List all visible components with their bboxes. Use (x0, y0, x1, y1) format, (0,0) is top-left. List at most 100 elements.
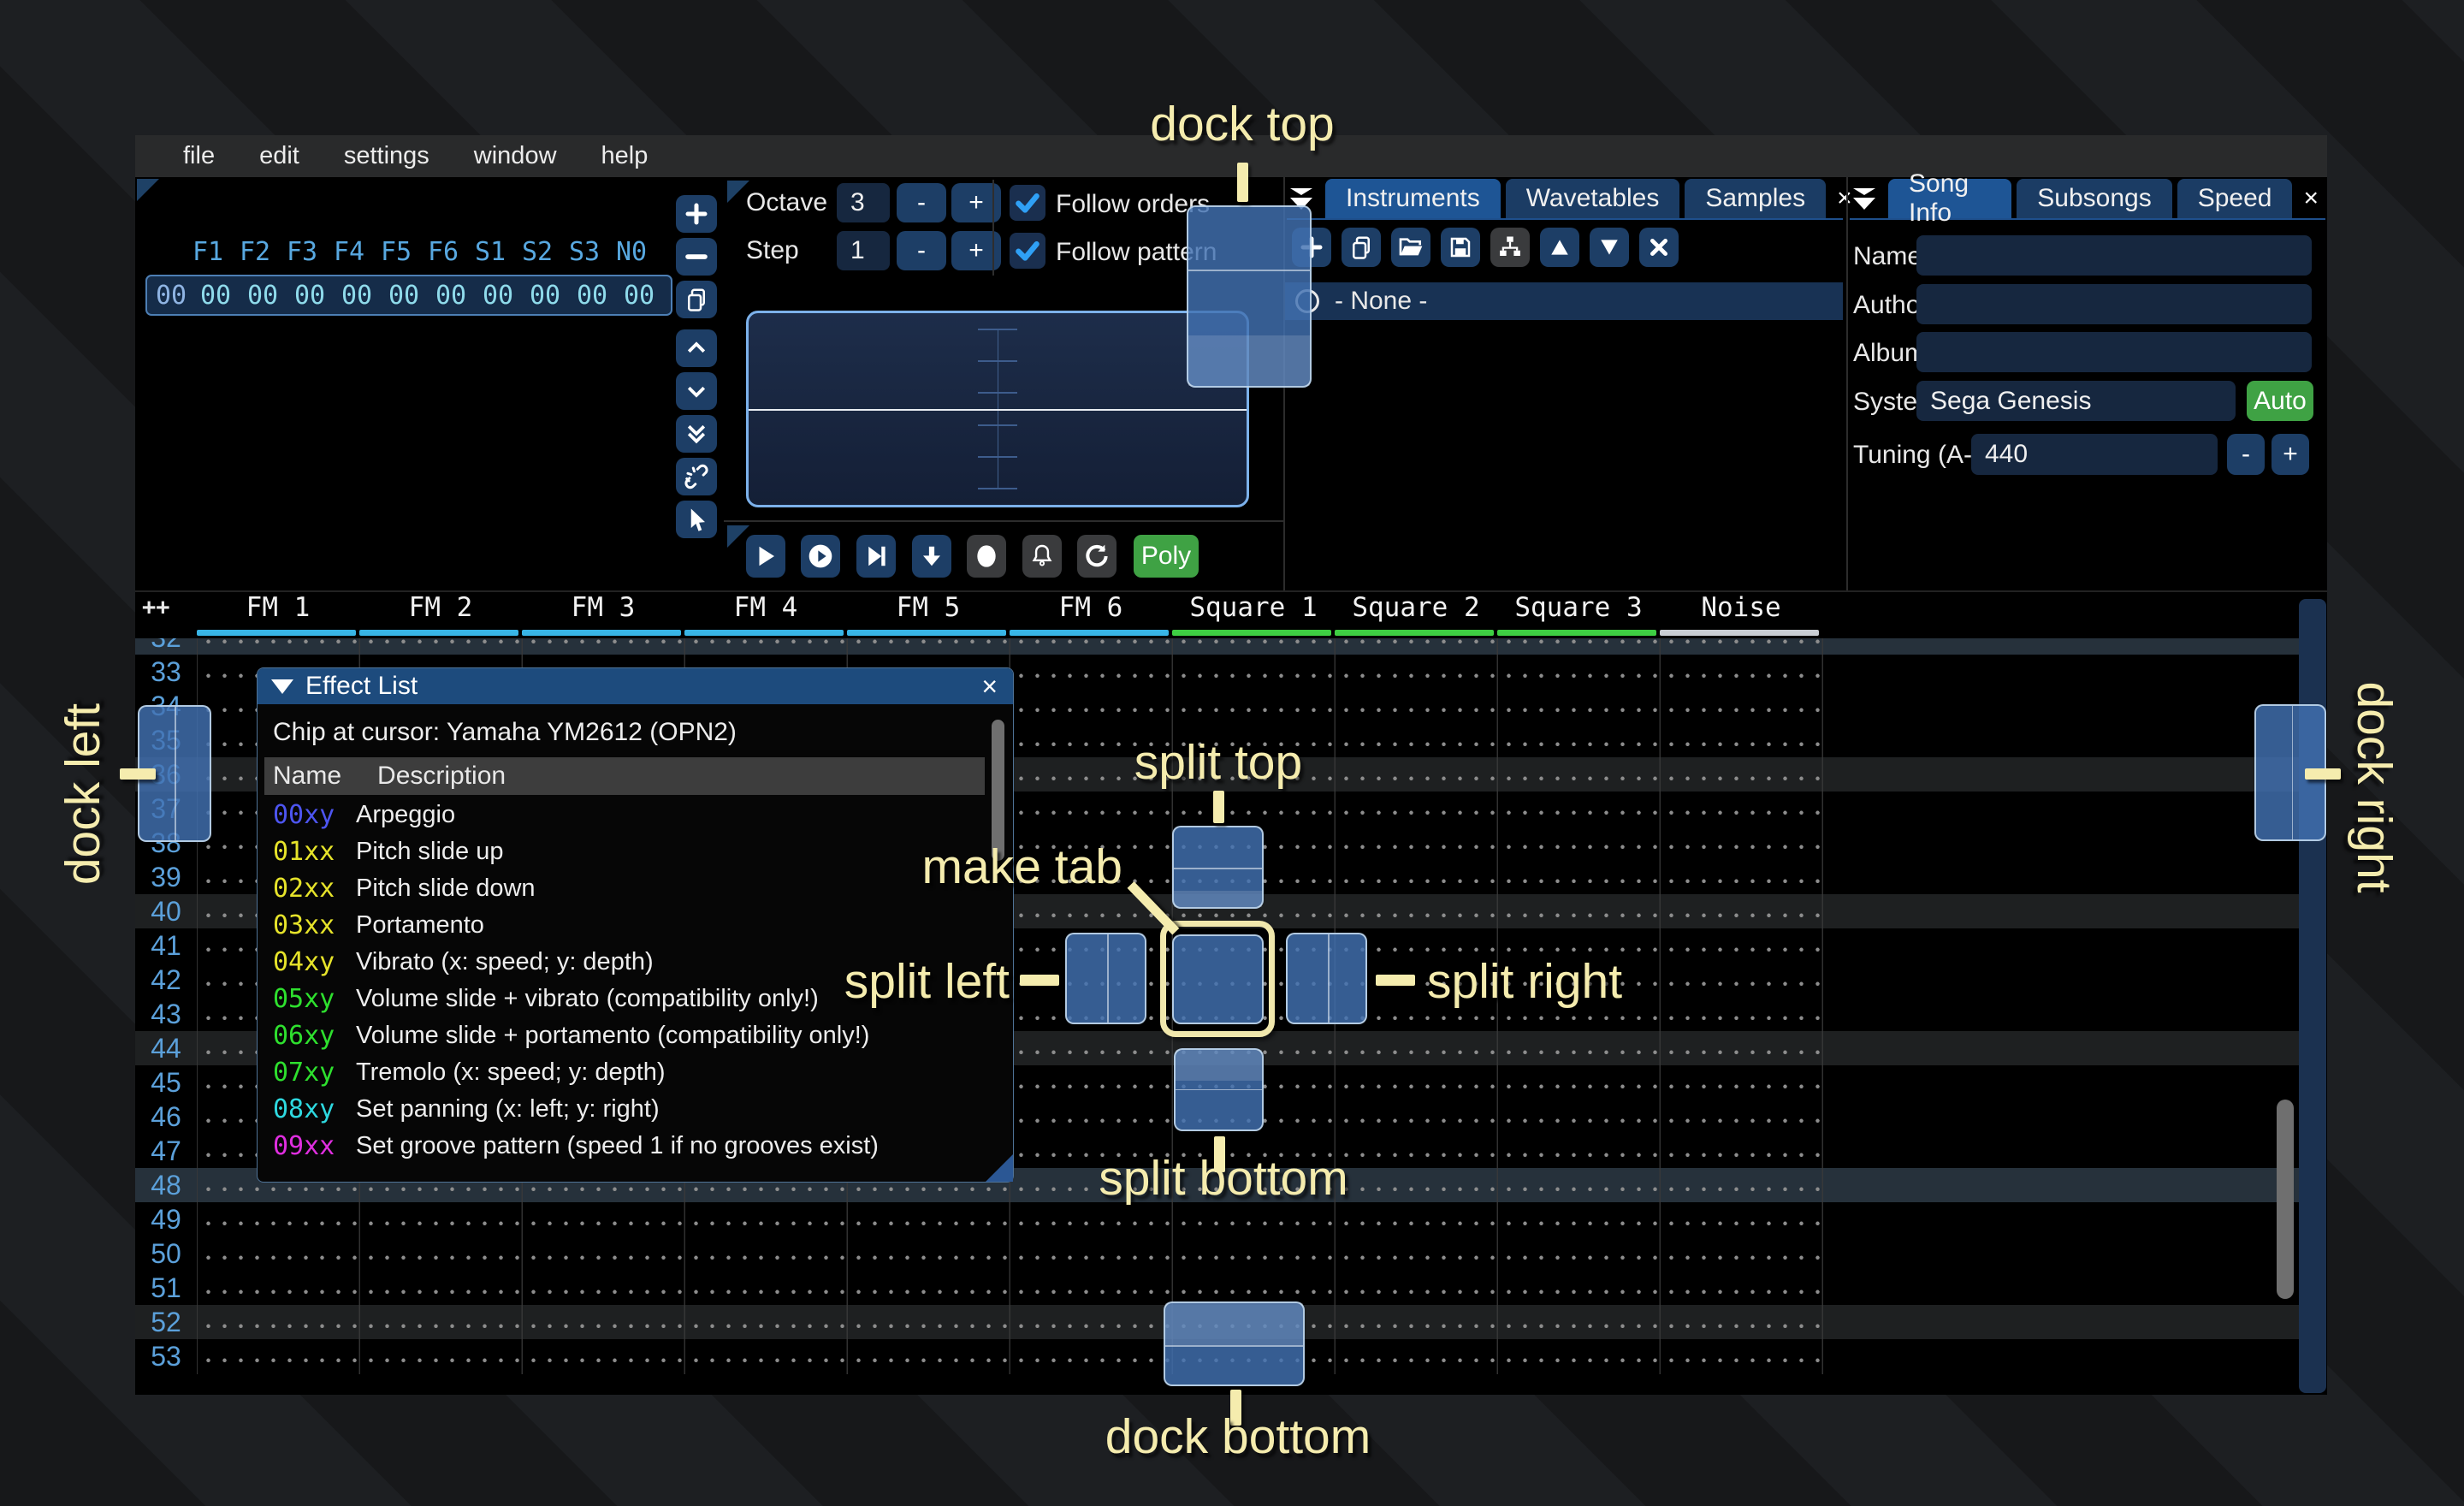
effect-row[interactable]: 07xy Tremolo (x: speed; y: depth) (258, 1054, 985, 1091)
orders-channel-header[interactable]: F6 (428, 237, 475, 267)
instrument-move-up-button[interactable] (1540, 228, 1579, 267)
orders-channel-header[interactable]: F1 (192, 237, 240, 267)
menu-item[interactable]: settings (322, 142, 452, 170)
order-cell[interactable]: 00 (577, 281, 624, 311)
channel-name[interactable]: FM 4 (684, 592, 847, 623)
orders-channel-header[interactable]: S3 (569, 237, 616, 267)
channel-name[interactable]: FM 2 (359, 592, 522, 623)
tuning-minus-button[interactable]: - (2227, 434, 2265, 475)
record-button[interactable] (967, 535, 1006, 578)
metronome-button[interactable] (1022, 535, 1062, 578)
orders-channel-header[interactable]: N0 (616, 237, 663, 267)
resize-grip-icon[interactable] (986, 1154, 1013, 1182)
step-minus-button[interactable]: - (897, 231, 946, 270)
instruments-tab[interactable]: Wavetables (1506, 179, 1680, 218)
instruments-tab[interactable]: Samples (1685, 179, 1826, 218)
follow-pattern-checkbox[interactable] (1010, 233, 1045, 269)
close-icon[interactable]: × (981, 671, 998, 703)
effect-row[interactable]: 08xy Set panning (x: left; y: right) (258, 1091, 985, 1128)
orders-channel-header[interactable]: F4 (334, 237, 381, 267)
order-cell[interactable]: 00 (483, 281, 530, 311)
channel-name[interactable]: FM 3 (522, 592, 684, 623)
menu-item[interactable]: file (161, 142, 237, 170)
orders-channel-header[interactable]: F3 (287, 237, 334, 267)
order-cell[interactable]: 00 (341, 281, 388, 311)
tuning-plus-button[interactable]: + (2272, 434, 2309, 475)
orders-channel-header[interactable]: F2 (240, 237, 287, 267)
poly-toggle-button[interactable]: Poly (1134, 535, 1199, 578)
instrument-list-item-none[interactable]: - None - (1285, 282, 1843, 320)
step-row-button[interactable] (912, 535, 951, 578)
orders-channel-header[interactable]: F5 (381, 237, 428, 267)
close-icon[interactable]: × (2303, 184, 2319, 213)
effect-row[interactable]: 06xy Volume slide + portamento (compatib… (258, 1017, 985, 1054)
menu-item[interactable]: help (579, 142, 671, 170)
instrument-duplicate-button[interactable] (1342, 228, 1381, 267)
follow-orders-checkbox[interactable] (1010, 185, 1045, 221)
oscilloscope[interactable] (746, 311, 1249, 507)
repeat-pattern-button[interactable] (1077, 535, 1116, 578)
order-cell[interactable]: 00 (247, 281, 294, 311)
instrument-delete-button[interactable] (1639, 228, 1679, 267)
channel-name[interactable]: Square 2 (1335, 592, 1497, 623)
order-cell[interactable]: 00 (530, 281, 577, 311)
effect-row[interactable]: 03xx Portamento (258, 907, 985, 944)
menu-item[interactable]: window (452, 142, 579, 170)
order-move-bottom-button[interactable] (676, 415, 717, 453)
channel-name[interactable]: FM 5 (847, 592, 1010, 623)
song-info-tab[interactable]: Subsongs (2017, 179, 2171, 218)
dock-target-top[interactable] (1187, 205, 1312, 388)
order-duplicate-button[interactable] (676, 281, 717, 318)
effect-list-window[interactable]: Effect List × Chip at cursor: Yamaha YM2… (257, 667, 1014, 1183)
channel-name[interactable]: Noise (1660, 592, 1822, 623)
song-field-input[interactable] (1916, 235, 2312, 276)
split-target-top[interactable] (1172, 826, 1264, 909)
order-move-up-button[interactable] (676, 329, 717, 367)
instruments-tab[interactable]: Instruments (1325, 179, 1501, 218)
order-cell[interactable]: 00 (388, 281, 435, 311)
channel-name[interactable]: FM 6 (1010, 592, 1172, 623)
instrument-save-button[interactable] (1441, 228, 1480, 267)
instrument-open-button[interactable] (1391, 228, 1430, 267)
song-field-input[interactable] (1916, 332, 2312, 372)
effect-row[interactable]: 09xx Set groove pattern (speed 1 if no g… (258, 1128, 985, 1165)
order-cell[interactable]: 00 (435, 281, 483, 311)
play-button[interactable] (746, 535, 785, 578)
pattern-expand-corner[interactable]: ++ (142, 594, 170, 620)
system-auto-button[interactable]: Auto (2247, 381, 2313, 421)
octave-value[interactable]: 3 (837, 183, 890, 222)
song-info-tab[interactable]: Speed (2177, 179, 2293, 218)
split-target-bottom[interactable] (1174, 1048, 1264, 1131)
channel-name[interactable]: Square 1 (1172, 592, 1335, 623)
dock-target-bottom[interactable] (1164, 1301, 1305, 1386)
song-field-input[interactable] (1916, 284, 2312, 324)
effect-table-header[interactable]: Name Description (264, 757, 985, 795)
orders-channel-header[interactable]: S1 (475, 237, 522, 267)
order-add-button[interactable] (676, 195, 717, 233)
tuning-input[interactable]: 440 (1971, 434, 2218, 475)
effect-list-titlebar[interactable]: Effect List × (258, 668, 1013, 704)
order-unlink-button[interactable] (676, 458, 717, 495)
collapse-window-icon[interactable] (271, 679, 293, 694)
system-input[interactable]: Sega Genesis (1916, 381, 2236, 421)
channel-name[interactable]: FM 1 (197, 592, 359, 623)
effect-row[interactable]: 01xx Pitch slide up (258, 833, 985, 870)
menu-item[interactable]: edit (237, 142, 322, 170)
order-move-down-button[interactable] (676, 372, 717, 410)
octave-minus-button[interactable]: - (897, 183, 946, 222)
pattern-vertical-scrollbar[interactable] (2277, 1100, 2294, 1299)
order-edit-mode-button[interactable] (676, 501, 717, 538)
collapse-tabs-icon[interactable] (1853, 188, 1875, 210)
step-value[interactable]: 1 (837, 231, 890, 270)
instrument-move-down-button[interactable] (1590, 228, 1629, 267)
order-cell[interactable]: 00 (624, 281, 671, 311)
play-pattern-button[interactable] (801, 535, 840, 578)
split-target-left[interactable] (1065, 933, 1146, 1024)
order-remove-button[interactable] (676, 238, 717, 276)
play-from-cursor-button[interactable] (856, 535, 896, 578)
channel-name[interactable]: Square 3 (1497, 592, 1660, 623)
instrument-tree-view-button[interactable] (1490, 228, 1530, 267)
orders-channel-header[interactable]: S2 (522, 237, 569, 267)
song-info-tab[interactable]: Song Info (1888, 179, 2011, 218)
split-target-right[interactable] (1286, 933, 1367, 1024)
